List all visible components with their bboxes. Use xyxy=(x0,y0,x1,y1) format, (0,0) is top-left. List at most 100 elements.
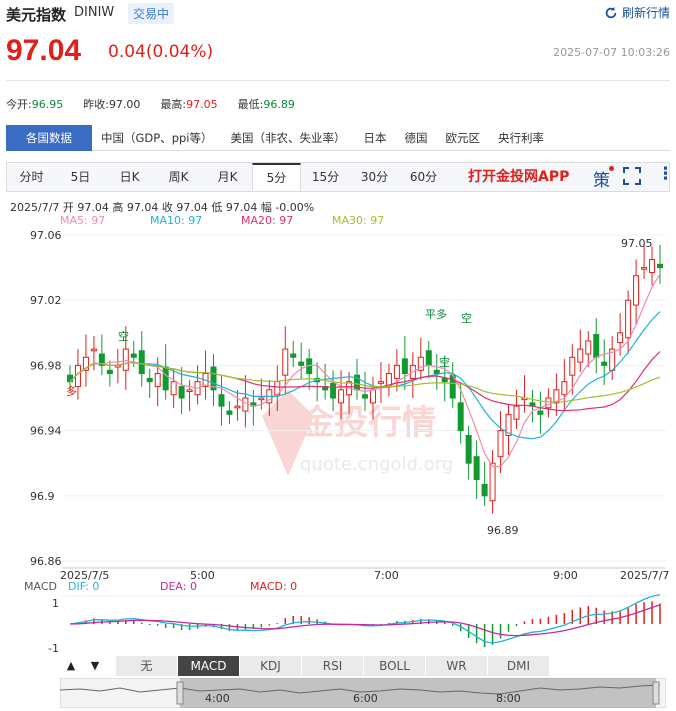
candle-body xyxy=(154,373,161,388)
candle-body xyxy=(513,405,520,420)
more-icon[interactable]: ⋮ xyxy=(657,164,674,184)
watermark-url: quote.cngold.org xyxy=(300,454,453,475)
tab-eurozone[interactable]: 欧元区 xyxy=(437,125,490,151)
candle-body xyxy=(162,366,169,391)
tab-period-timeshare[interactable]: 分时 xyxy=(7,163,56,191)
notification-dot xyxy=(609,166,614,171)
navigator-selection[interactable] xyxy=(180,678,656,708)
candle-body xyxy=(242,397,249,412)
candle-body xyxy=(593,333,600,358)
tab-period-60min[interactable]: 60分 xyxy=(399,163,448,191)
tab-period-15min[interactable]: 15分 xyxy=(301,163,350,191)
indicator-tabs: 无 MACD KDJ RSI BOLL WR DMI xyxy=(116,656,550,676)
y-tick-label: 97.02 xyxy=(30,294,62,307)
candle-body xyxy=(298,361,305,366)
stat-high: 最高:97.05 xyxy=(160,98,218,111)
tab-indicator-none[interactable]: 无 xyxy=(116,656,178,676)
tab-indicator-kdj[interactable]: KDJ xyxy=(240,656,302,676)
stat-prev-close: 昨收:97.00 xyxy=(83,98,141,111)
x-tick-label: 7:00 xyxy=(374,569,399,582)
tab-indicator-dmi[interactable]: DMI xyxy=(488,656,550,676)
tab-period-30min[interactable]: 30分 xyxy=(350,163,399,191)
refresh-button[interactable]: 刷新行情 xyxy=(604,4,670,21)
scroll-down-button[interactable]: ▼ xyxy=(84,656,106,676)
fullscreen-icon[interactable] xyxy=(623,167,641,190)
tab-indicator-wr[interactable]: WR xyxy=(426,656,488,676)
navigator-label-4: 4:00 xyxy=(205,692,230,705)
refresh-label: 刷新行情 xyxy=(621,6,670,20)
tab-period-weekly[interactable]: 周K xyxy=(154,163,203,191)
candle-body xyxy=(226,410,233,415)
tab-period-monthly[interactable]: 月K xyxy=(203,163,252,191)
candle-body xyxy=(369,389,376,404)
y-tick-label: 97.06 xyxy=(30,229,62,242)
open-app-link[interactable]: 打开金投网APP xyxy=(468,166,569,186)
tab-period-5min[interactable]: 5分 xyxy=(252,163,301,191)
scroll-up-button[interactable]: ▲ xyxy=(60,656,82,676)
candle-body xyxy=(641,267,648,270)
candle-body xyxy=(601,361,608,366)
candle-body xyxy=(377,381,384,384)
candle-body xyxy=(481,483,488,497)
chart-grid xyxy=(62,234,666,569)
price-change: 0.04(0.04%) xyxy=(108,42,214,62)
tab-indicator-macd[interactable]: MACD xyxy=(178,656,240,676)
candle-body xyxy=(585,340,592,355)
candle-body xyxy=(545,397,552,409)
low-price-label: 96.89 xyxy=(487,524,519,537)
period-tabs: 分时 5日 日K 周K 月K 5分 15分 30分 60分 打开金投网APP 策… xyxy=(6,162,674,192)
candle-body xyxy=(138,350,145,375)
candle-body xyxy=(465,434,472,464)
macd-tick-bottom: -1 xyxy=(48,642,59,655)
candle-body xyxy=(649,258,656,273)
tab-country-data[interactable]: 各国数据 xyxy=(6,124,92,151)
x-tick-label: 9:00 xyxy=(553,569,578,582)
strategy-icon[interactable]: 策 xyxy=(593,166,614,191)
signal-annotation: 空 xyxy=(118,329,129,343)
candle-body xyxy=(617,332,624,344)
tab-indicator-rsi[interactable]: RSI xyxy=(302,656,364,676)
candle-body xyxy=(90,348,97,352)
macd-panel: MACD DIF: 0 DEA: 0 MACD: 0 1 -1 xyxy=(24,580,666,655)
macd-title: MACD xyxy=(24,580,57,593)
quote-timestamp: 2025-07-07 10:03:26 xyxy=(553,46,670,59)
y-tick-label: 96.98 xyxy=(30,359,62,372)
tab-central-bank-rate[interactable]: 央行利率 xyxy=(489,125,553,151)
tab-usa[interactable]: 美国（非农、失业率） xyxy=(222,125,355,151)
candle-body xyxy=(497,430,504,458)
divider xyxy=(6,80,670,81)
tab-indicator-boll[interactable]: BOLL xyxy=(364,656,426,676)
candle-body xyxy=(561,381,568,396)
category-tabs: 各国数据 中国（GDP、ppi等） 美国（非农、失业率） 日本 德国 欧元区 央… xyxy=(6,124,670,151)
candle-body xyxy=(282,348,289,376)
index-code: DINIW xyxy=(74,5,115,20)
macd-dea-line xyxy=(69,604,661,637)
index-title: 美元指数 xyxy=(6,6,67,24)
candle-body xyxy=(433,369,440,375)
tab-japan[interactable]: 日本 xyxy=(355,125,396,151)
tab-period-5day[interactable]: 5日 xyxy=(56,163,105,191)
y-tick-label: 96.9 xyxy=(30,490,55,503)
candle-body xyxy=(338,389,345,404)
high-price-label: 97.05 xyxy=(621,237,653,250)
range-navigator[interactable]: 4:00 6:00 8:00 xyxy=(60,678,666,708)
navigator-left-handle[interactable] xyxy=(176,681,184,705)
candle-quote-line: 2025/7/7 开 97.04 高 97.04 收 97.04 低 97.04… xyxy=(10,201,315,214)
watermark-brand: 金投行情 xyxy=(299,403,436,443)
candle-body xyxy=(234,405,241,409)
navigator-label-8: 8:00 xyxy=(496,692,521,705)
macd-value-label: MACD: 0 xyxy=(250,580,297,593)
candle-body xyxy=(122,348,129,371)
candle-body xyxy=(130,353,137,358)
candle-body xyxy=(290,353,297,358)
candle-body xyxy=(401,358,408,375)
candle-body xyxy=(146,377,153,383)
tab-period-daily[interactable]: 日K xyxy=(105,163,154,191)
kline-chart[interactable]: Au 金投行情 quote.cngold.org 97.06 97.02 96.98… xyxy=(0,226,676,666)
navigator-right-handle[interactable] xyxy=(652,681,660,705)
y-tick-label: 96.86 xyxy=(30,555,62,568)
signal-annotation: 多 xyxy=(66,384,77,398)
tab-germany[interactable]: 德国 xyxy=(396,125,437,151)
tab-china[interactable]: 中国（GDP、ppi等） xyxy=(92,125,222,151)
candle-body xyxy=(625,299,632,339)
